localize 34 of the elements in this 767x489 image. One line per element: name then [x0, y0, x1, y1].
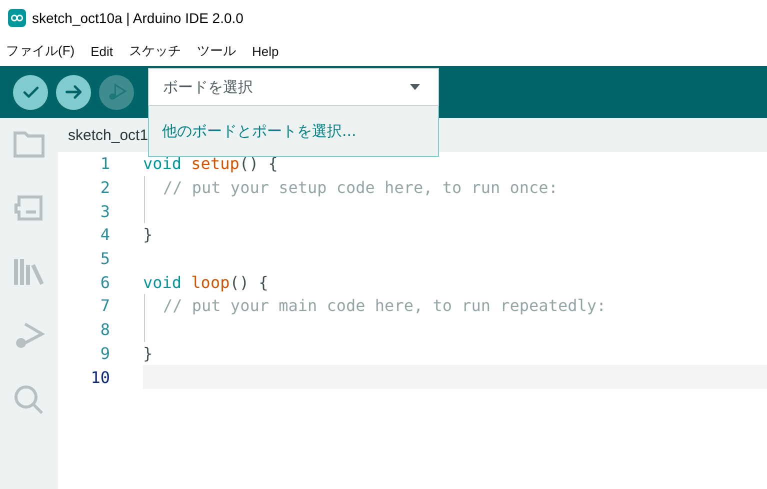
- upload-button[interactable]: [56, 74, 91, 110]
- code-line: void loop() {: [143, 272, 268, 292]
- menu-item[interactable]: Help: [252, 44, 279, 58]
- line-number: 3: [99, 202, 110, 221]
- line-number: 7: [99, 296, 110, 316]
- code-line: // put your setup code here, to run once:: [163, 178, 558, 198]
- board-select[interactable]: ボードを選択: [148, 68, 439, 106]
- window-title: sketch_oct10a | Arduino IDE 2.0.0: [32, 10, 244, 26]
- editor-tab[interactable]: sketch_oct1: [68, 126, 148, 144]
- line-number: 1: [99, 154, 110, 174]
- verify-button[interactable]: [13, 74, 48, 110]
- menu-item[interactable]: スケッチ: [129, 42, 182, 60]
- board-icon[interactable]: [13, 194, 45, 222]
- code-line: // put your main code here, to run repeatedly:: [163, 296, 606, 316]
- code-line: }: [143, 225, 153, 244]
- line-number: 10: [90, 368, 110, 387]
- dropdown-option[interactable]: 他のボードとポートを選択...: [149, 106, 438, 156]
- folder-icon[interactable]: [13, 130, 45, 158]
- line-number: 5: [99, 249, 110, 268]
- search-icon[interactable]: [13, 384, 45, 416]
- line-number: 6: [99, 272, 110, 292]
- caret-icon: [410, 84, 420, 90]
- line-number: 8: [99, 320, 110, 340]
- line-number: 9: [99, 344, 110, 363]
- code-line: void setup() {: [143, 154, 278, 174]
- menu-item[interactable]: ファイル(F): [6, 42, 75, 60]
- line-number: 2: [99, 178, 110, 198]
- debug-icon[interactable]: [13, 321, 45, 351]
- line-number: 4: [99, 225, 110, 244]
- library-icon[interactable]: [13, 257, 45, 287]
- menu-item[interactable]: Edit: [90, 44, 114, 58]
- menu-item[interactable]: ツール: [197, 42, 236, 60]
- app-logo-icon: [8, 9, 26, 27]
- code-line: }: [143, 344, 153, 363]
